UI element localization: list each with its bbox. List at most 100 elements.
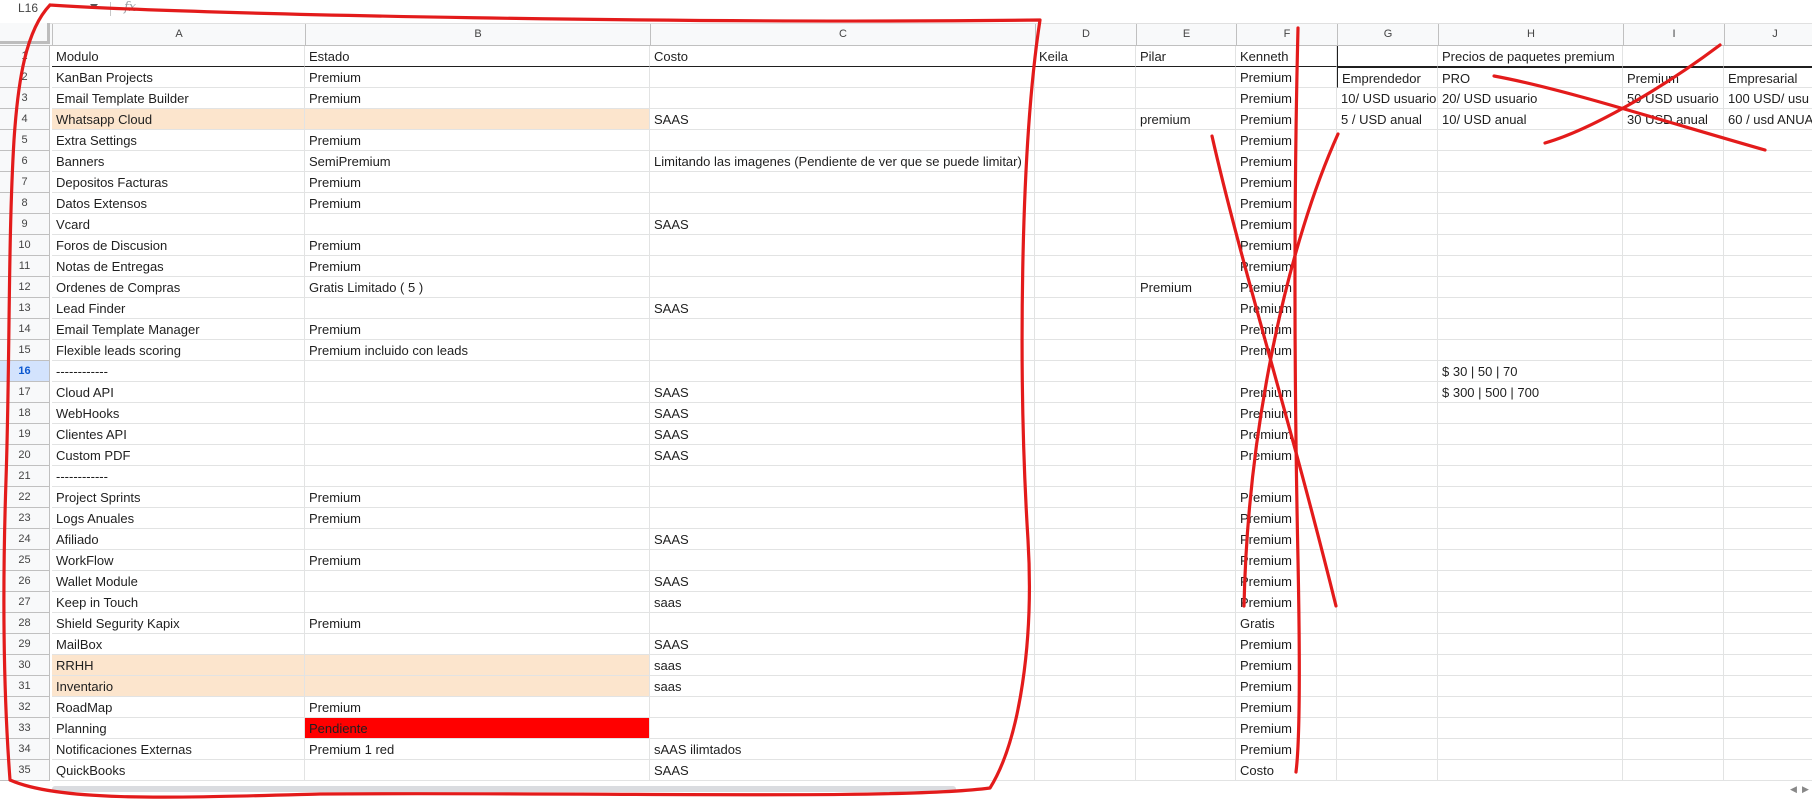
cell-J32[interactable] xyxy=(1724,697,1812,718)
cell-G6[interactable] xyxy=(1337,151,1438,172)
row-header[interactable]: 8 xyxy=(0,193,50,214)
cell-F24[interactable]: Premium xyxy=(1236,529,1337,550)
cell-A16[interactable]: ------------ xyxy=(52,361,305,382)
cell-C34[interactable]: sAAS ilimtados xyxy=(650,739,1035,760)
cell-J9[interactable] xyxy=(1724,214,1812,235)
cell-D12[interactable] xyxy=(1035,277,1136,298)
cell-H30[interactable] xyxy=(1438,655,1623,676)
cell-G21[interactable] xyxy=(1337,466,1438,487)
cell-E6[interactable] xyxy=(1136,151,1236,172)
cell-B27[interactable] xyxy=(305,592,650,613)
cell-F27[interactable]: Premium xyxy=(1236,592,1337,613)
cell-H11[interactable] xyxy=(1438,256,1623,277)
cell-B30[interactable] xyxy=(305,655,650,676)
cell-J29[interactable] xyxy=(1724,634,1812,655)
cell-I6[interactable] xyxy=(1623,151,1724,172)
cell-E4[interactable]: premium xyxy=(1136,109,1236,130)
cell-F20[interactable]: Premium xyxy=(1236,445,1337,466)
cell-J7[interactable] xyxy=(1724,172,1812,193)
cell-E31[interactable] xyxy=(1136,676,1236,697)
cell-E28[interactable] xyxy=(1136,613,1236,634)
cell-G35[interactable] xyxy=(1337,760,1438,781)
cell-G14[interactable] xyxy=(1337,319,1438,340)
cell-B23[interactable]: Premium xyxy=(305,508,650,529)
cell-A9[interactable]: Vcard xyxy=(52,214,305,235)
cell-H6[interactable] xyxy=(1438,151,1623,172)
cell-J18[interactable] xyxy=(1724,403,1812,424)
cell-I14[interactable] xyxy=(1623,319,1724,340)
cell-E14[interactable] xyxy=(1136,319,1236,340)
cell-J20[interactable] xyxy=(1724,445,1812,466)
cell-E24[interactable] xyxy=(1136,529,1236,550)
cell-G10[interactable] xyxy=(1337,235,1438,256)
cell-A29[interactable]: MailBox xyxy=(52,634,305,655)
cell-J25[interactable] xyxy=(1724,550,1812,571)
row-header[interactable]: 5 xyxy=(0,130,50,151)
cell-J5[interactable] xyxy=(1724,130,1812,151)
row-header[interactable]: 6 xyxy=(0,151,50,172)
cell-C35[interactable]: SAAS xyxy=(650,760,1035,781)
cell-A20[interactable]: Custom PDF xyxy=(52,445,305,466)
cell-E33[interactable] xyxy=(1136,718,1236,739)
cell-A12[interactable]: Ordenes de Compras xyxy=(52,277,305,298)
cell-C28[interactable] xyxy=(650,613,1035,634)
cell-E35[interactable] xyxy=(1136,760,1236,781)
cell-G20[interactable] xyxy=(1337,445,1438,466)
cell-I31[interactable] xyxy=(1623,676,1724,697)
cell-I33[interactable] xyxy=(1623,718,1724,739)
column-header-G[interactable]: G xyxy=(1337,24,1438,45)
row-header[interactable]: 28 xyxy=(0,613,50,634)
cell-F4[interactable]: Premium xyxy=(1236,109,1337,130)
cell-I29[interactable] xyxy=(1623,634,1724,655)
column-header-A[interactable]: A xyxy=(52,24,305,45)
cell-D2[interactable] xyxy=(1035,67,1136,88)
cell-C29[interactable]: SAAS xyxy=(650,634,1035,655)
cell-G18[interactable] xyxy=(1337,403,1438,424)
row-header[interactable]: 26 xyxy=(0,571,50,592)
cell-H4[interactable]: 10/ USD anual xyxy=(1438,109,1623,130)
cell-C7[interactable] xyxy=(650,172,1035,193)
cell-D22[interactable] xyxy=(1035,487,1136,508)
cell-G4[interactable]: 5 / USD anual xyxy=(1337,109,1438,130)
cell-B2[interactable]: Premium xyxy=(305,67,650,88)
cell-A15[interactable]: Flexible leads scoring xyxy=(52,340,305,361)
cell-I18[interactable] xyxy=(1623,403,1724,424)
cell-A14[interactable]: Email Template Manager xyxy=(52,319,305,340)
row-header[interactable]: 27 xyxy=(0,592,50,613)
cell-H31[interactable] xyxy=(1438,676,1623,697)
cell-C11[interactable] xyxy=(650,256,1035,277)
cell-I16[interactable] xyxy=(1623,361,1724,382)
cell-D4[interactable] xyxy=(1035,109,1136,130)
cell-G13[interactable] xyxy=(1337,298,1438,319)
cell-A32[interactable]: RoadMap xyxy=(52,697,305,718)
cell-I19[interactable] xyxy=(1623,424,1724,445)
cell-E27[interactable] xyxy=(1136,592,1236,613)
cell-B14[interactable]: Premium xyxy=(305,319,650,340)
cell-E34[interactable] xyxy=(1136,739,1236,760)
cell-G25[interactable] xyxy=(1337,550,1438,571)
row-header[interactable]: 1 xyxy=(0,46,50,67)
row-header[interactable]: 19 xyxy=(0,424,50,445)
cell-E29[interactable] xyxy=(1136,634,1236,655)
cell-H18[interactable] xyxy=(1438,403,1623,424)
cell-H21[interactable] xyxy=(1438,466,1623,487)
cell-J6[interactable] xyxy=(1724,151,1812,172)
cell-B15[interactable]: Premium incluido con leads xyxy=(305,340,650,361)
cell-H1[interactable]: Precios de paquetes premium xyxy=(1438,46,1623,67)
cell-D26[interactable] xyxy=(1035,571,1136,592)
cell-B16[interactable] xyxy=(305,361,650,382)
cell-I1[interactable] xyxy=(1623,46,1724,67)
cell-A23[interactable]: Logs Anuales xyxy=(52,508,305,529)
cell-H12[interactable] xyxy=(1438,277,1623,298)
cell-A21[interactable]: ------------ xyxy=(52,466,305,487)
cell-F14[interactable]: Premium xyxy=(1236,319,1337,340)
cell-A25[interactable]: WorkFlow xyxy=(52,550,305,571)
cell-G24[interactable] xyxy=(1337,529,1438,550)
cell-G27[interactable] xyxy=(1337,592,1438,613)
cell-I3[interactable]: 50 USD usuario xyxy=(1623,88,1724,109)
cell-H9[interactable] xyxy=(1438,214,1623,235)
cell-H33[interactable] xyxy=(1438,718,1623,739)
cell-A3[interactable]: Email Template Builder xyxy=(52,88,305,109)
cell-I2[interactable]: Premium xyxy=(1623,67,1724,88)
row-header[interactable]: 20 xyxy=(0,445,50,466)
